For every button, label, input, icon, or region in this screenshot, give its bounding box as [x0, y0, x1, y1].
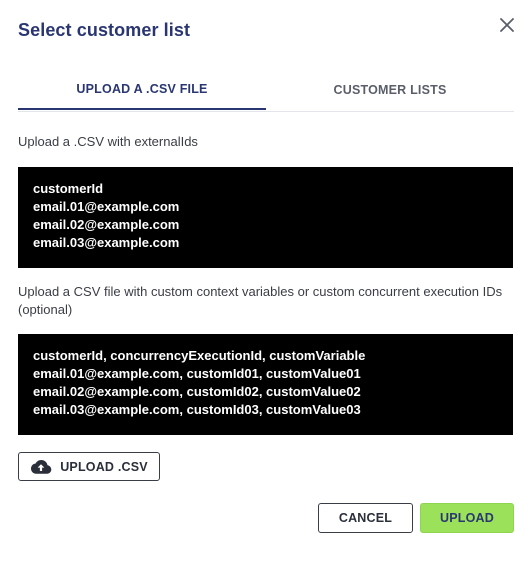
context-variables-example-block: customerId, concurrencyExecutionId, cust… [18, 334, 513, 435]
code-line: email.02@example.com [33, 217, 180, 232]
externalids-label: Upload a .CSV with externalIds [18, 134, 198, 149]
cloud-upload-icon [31, 459, 52, 474]
close-button[interactable] [496, 14, 518, 36]
upload-csv-label: UPLOAD .CSV [60, 459, 148, 474]
code-line: customerId, concurrencyExecutionId, cust… [33, 348, 366, 363]
code-line: email.03@example.com, customId03, custom… [33, 402, 361, 417]
tab-bar: UPLOAD A .CSV FILE CUSTOMER LISTS [18, 70, 514, 112]
tab-customer-lists[interactable]: CUSTOMER LISTS [266, 70, 514, 110]
code-line: email.01@example.com [33, 199, 180, 214]
cancel-button[interactable]: CANCEL [318, 503, 413, 533]
code-line: email.02@example.com, customId02, custom… [33, 384, 361, 399]
context-variables-label: Upload a CSV file with custom context va… [18, 284, 503, 317]
code-line: customerId [33, 181, 104, 196]
select-customer-list-dialog: Select customer list UPLOAD A .CSV FILE … [0, 0, 530, 566]
dialog-title: Select customer list [18, 20, 191, 40]
code-line: email.01@example.com, customId01, custom… [33, 366, 361, 381]
code-line: email.03@example.com [33, 235, 180, 250]
upload-button[interactable]: UPLOAD [420, 503, 514, 533]
close-icon [500, 18, 514, 32]
upload-csv-button[interactable]: UPLOAD .CSV [18, 452, 160, 481]
externalids-example-block: customerId email.01@example.com email.02… [18, 167, 513, 268]
tab-upload-csv-file[interactable]: UPLOAD A .CSV FILE [18, 70, 266, 110]
